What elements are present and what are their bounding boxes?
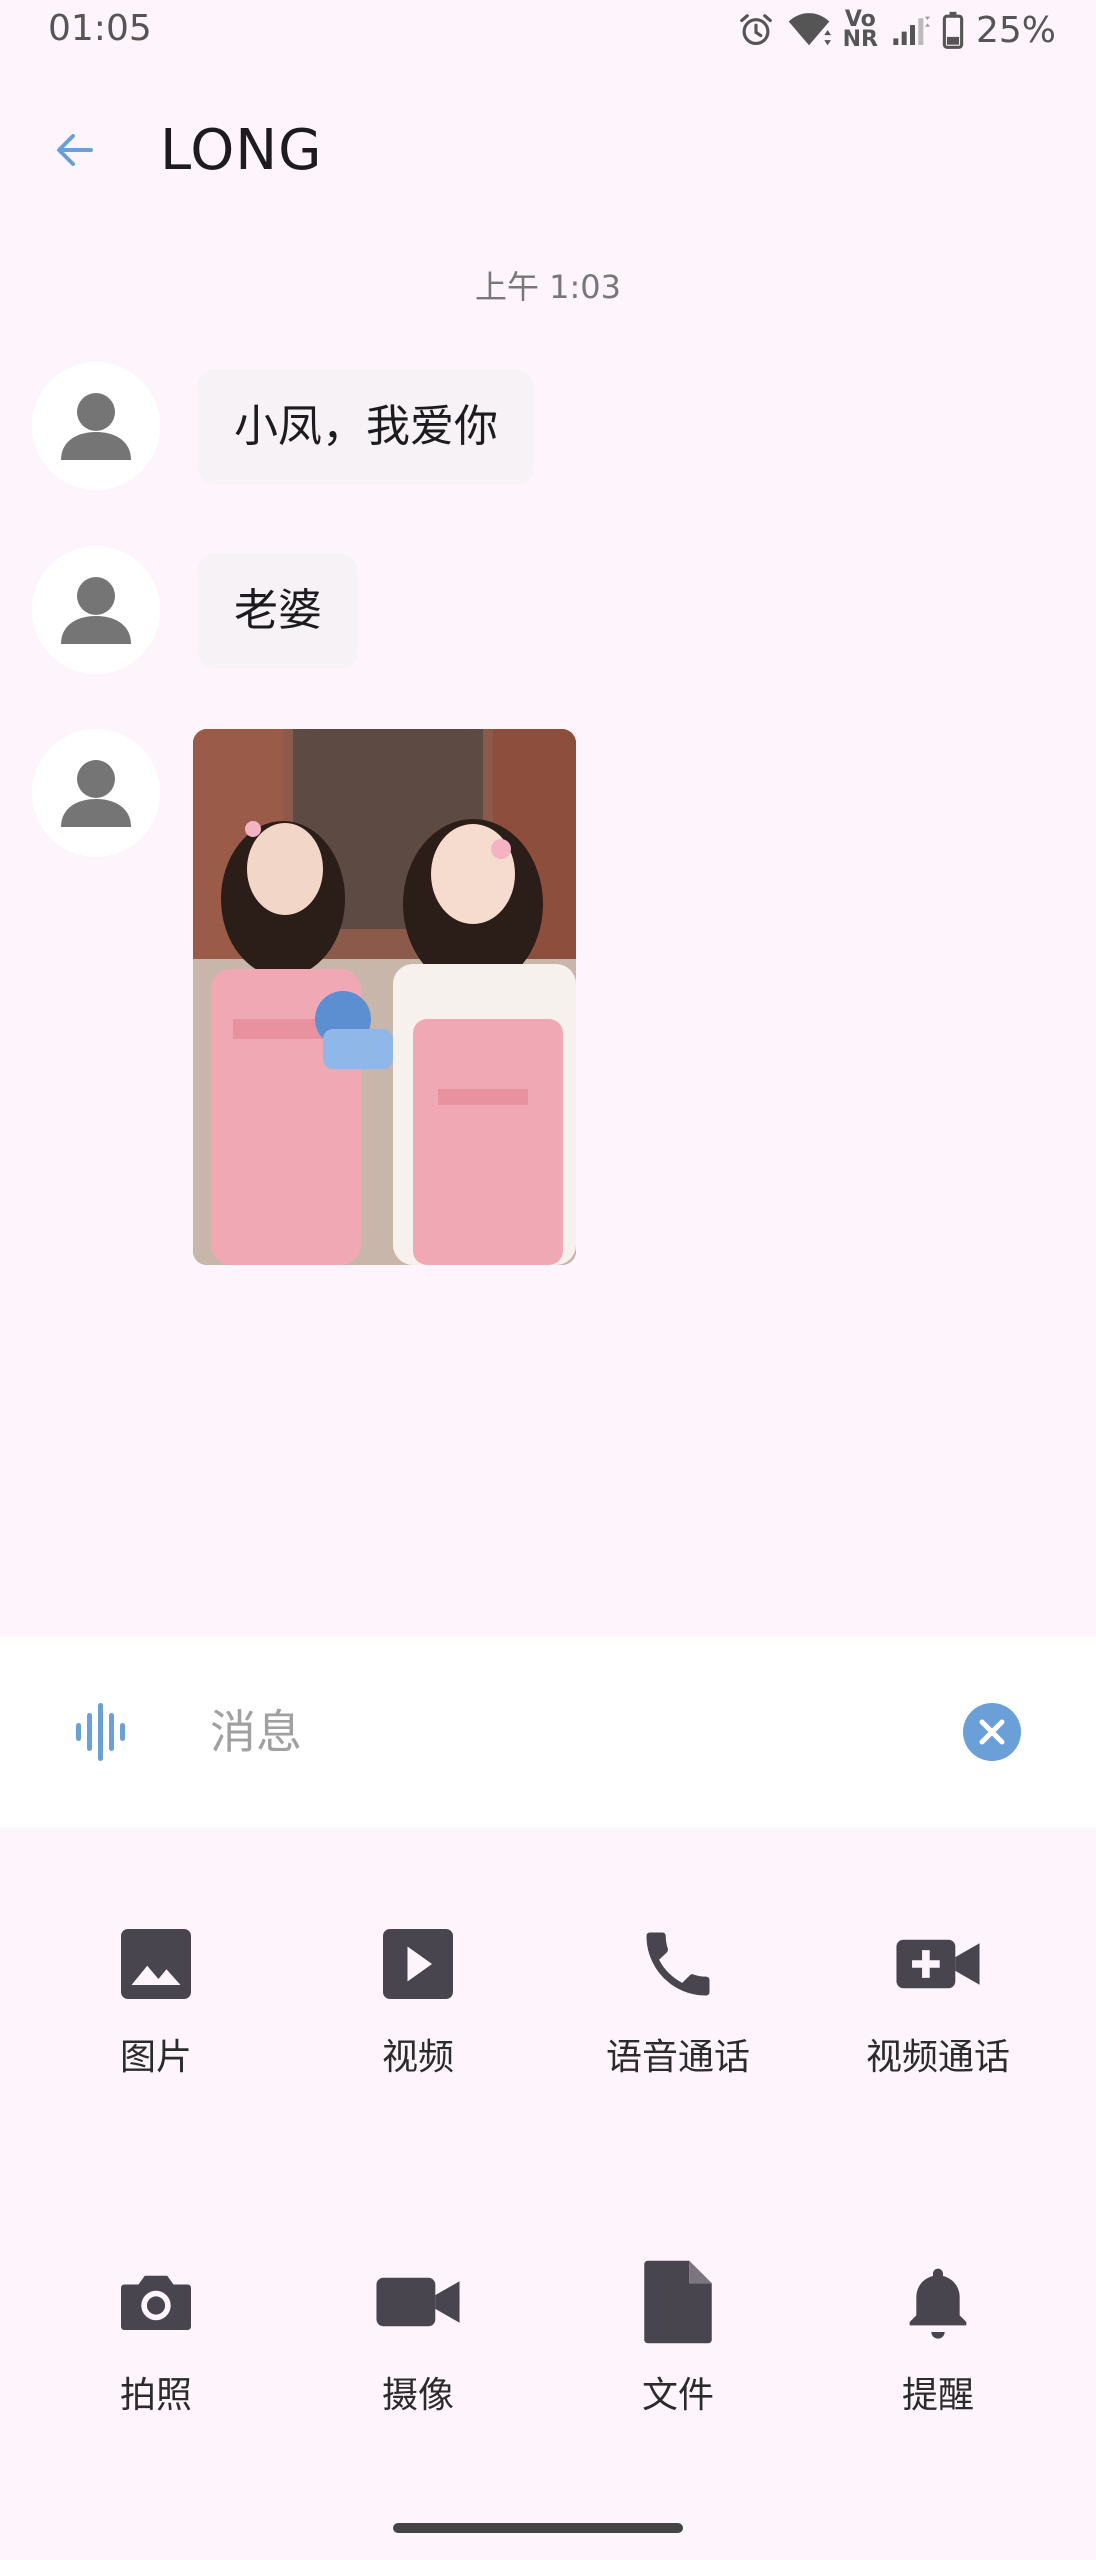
voice-wave-icon [76, 1703, 125, 1761]
action-label: 文件 [641, 2375, 714, 2416]
message-input[interactable] [210, 1682, 930, 1782]
message-bubble[interactable]: 小凤，我爱你 [198, 369, 534, 485]
action-reminder[interactable]: 提醒 [808, 2254, 1068, 2444]
volte-nr-icon: Vo NR [842, 9, 878, 52]
avatar[interactable] [32, 546, 160, 674]
back-button[interactable] [40, 120, 110, 180]
contact-name: LONG [160, 118, 323, 183]
avatar[interactable] [32, 729, 160, 857]
videocam-icon [370, 2254, 466, 2350]
video-call-icon [890, 1916, 986, 2012]
action-file[interactable]: 文件 [548, 2254, 808, 2444]
status-time: 01:05 [48, 8, 152, 49]
photo-image [193, 729, 576, 1265]
battery-icon [942, 11, 964, 49]
action-label: 视频通话 [865, 2037, 1010, 2078]
action-label: 摄像 [381, 2375, 454, 2416]
clear-button[interactable] [962, 1702, 1022, 1762]
close-circle-icon [963, 1703, 1021, 1761]
file-icon [630, 2254, 726, 2350]
action-label: 提醒 [901, 2375, 974, 2416]
action-video[interactable]: 视频 [288, 1916, 548, 2106]
attachment-panel: 图片 视频 语音通话 视频通话 拍照 摄像 文件 提醒 [0, 1827, 1096, 2560]
action-video-call[interactable]: 视频通话 [808, 1916, 1068, 2106]
home-indicator[interactable] [393, 2523, 683, 2533]
signal-icon [893, 16, 930, 45]
bell-icon [890, 2254, 986, 2350]
person-icon [61, 393, 131, 460]
phone-icon [630, 1916, 726, 2012]
avatar[interactable] [32, 362, 160, 490]
battery-percent: 25% [975, 9, 1056, 51]
wifi-icon [788, 13, 831, 46]
action-photo[interactable]: 拍照 [26, 2254, 286, 2444]
action-label: 视频 [381, 2037, 454, 2078]
message-timestamp: 上午 1:03 [474, 268, 622, 306]
action-label: 拍照 [119, 2375, 192, 2416]
action-label: 语音通话 [605, 2037, 750, 2078]
voice-input-button[interactable] [72, 1699, 136, 1765]
image-icon [108, 1916, 204, 2012]
chat-header: LONG [0, 90, 1096, 210]
person-icon [61, 577, 131, 644]
action-record[interactable]: 摄像 [288, 2254, 548, 2444]
message-bubble[interactable]: 老婆 [198, 553, 358, 669]
image-message[interactable] [193, 729, 576, 1265]
action-image[interactable]: 图片 [26, 1916, 286, 2106]
action-label: 图片 [119, 2037, 192, 2078]
arrow-back-icon [57, 134, 93, 166]
message-composer [0, 1637, 1096, 1827]
camera-icon [108, 2254, 204, 2350]
video-play-icon [370, 1916, 466, 2012]
action-voice-call[interactable]: 语音通话 [548, 1916, 808, 2106]
alarm-icon [739, 14, 772, 46]
status-bar: 01:05 Vo NR 25% [0, 0, 1096, 60]
status-icons: Vo NR 25% [737, 8, 1056, 52]
network-badge-bottom: NR [842, 27, 878, 52]
person-icon [61, 760, 131, 827]
